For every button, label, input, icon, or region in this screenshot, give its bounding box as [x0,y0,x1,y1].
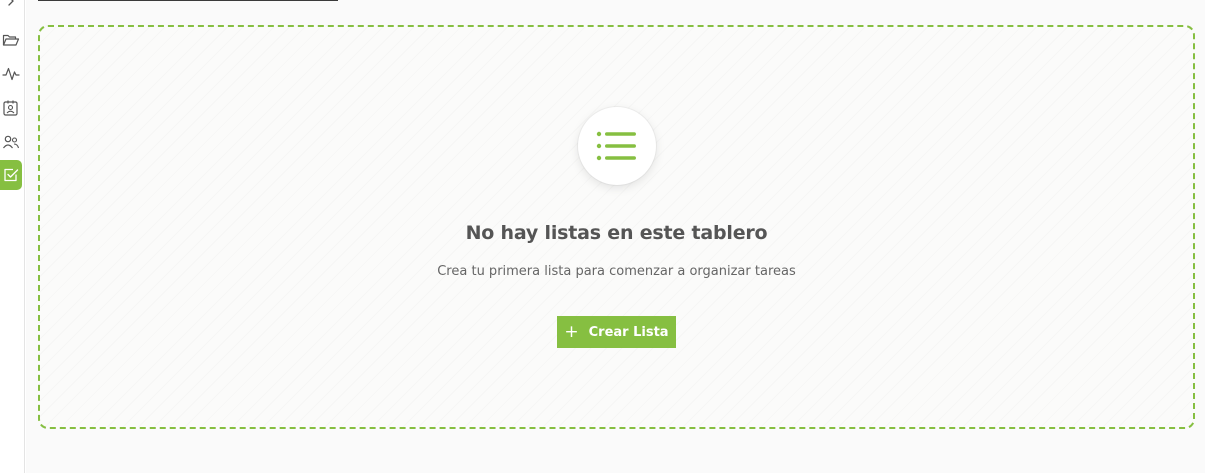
contact-card-icon [3,100,18,116]
empty-lists-dropzone: No hay listas en este tablero Crea tu pr… [38,25,1195,429]
empty-state-title: No hay listas en este tablero [465,222,768,244]
empty-state-icon-circle [578,107,656,185]
checkbox-icon [4,168,19,182]
create-list-label: Crear Lista [588,324,669,340]
empty-state-subtitle: Crea tu primera lista para comenzar a or… [437,264,796,279]
create-list-button[interactable]: + Crear Lista [557,316,676,348]
app-window: No hay listas en este tablero Crea tu pr… [0,0,1205,473]
sidebar-item-contacts[interactable] [0,94,22,122]
users-icon [3,135,20,149]
sidebar-item-folders[interactable] [0,26,22,54]
chevron-right-icon [8,0,14,6]
sidebar-item-tasks[interactable] [0,160,22,190]
plus-icon: + [564,321,579,342]
sidebar [0,0,25,473]
folder-open-icon [2,34,20,46]
board-area: No hay listas en este tablero Crea tu pr… [26,0,1205,473]
list-icon [596,131,636,161]
divider [38,0,338,1]
sidebar-item-team[interactable] [0,128,22,156]
activity-icon [2,67,20,81]
sidebar-item-activity[interactable] [0,60,22,88]
sidebar-item-expand[interactable] [0,0,22,15]
